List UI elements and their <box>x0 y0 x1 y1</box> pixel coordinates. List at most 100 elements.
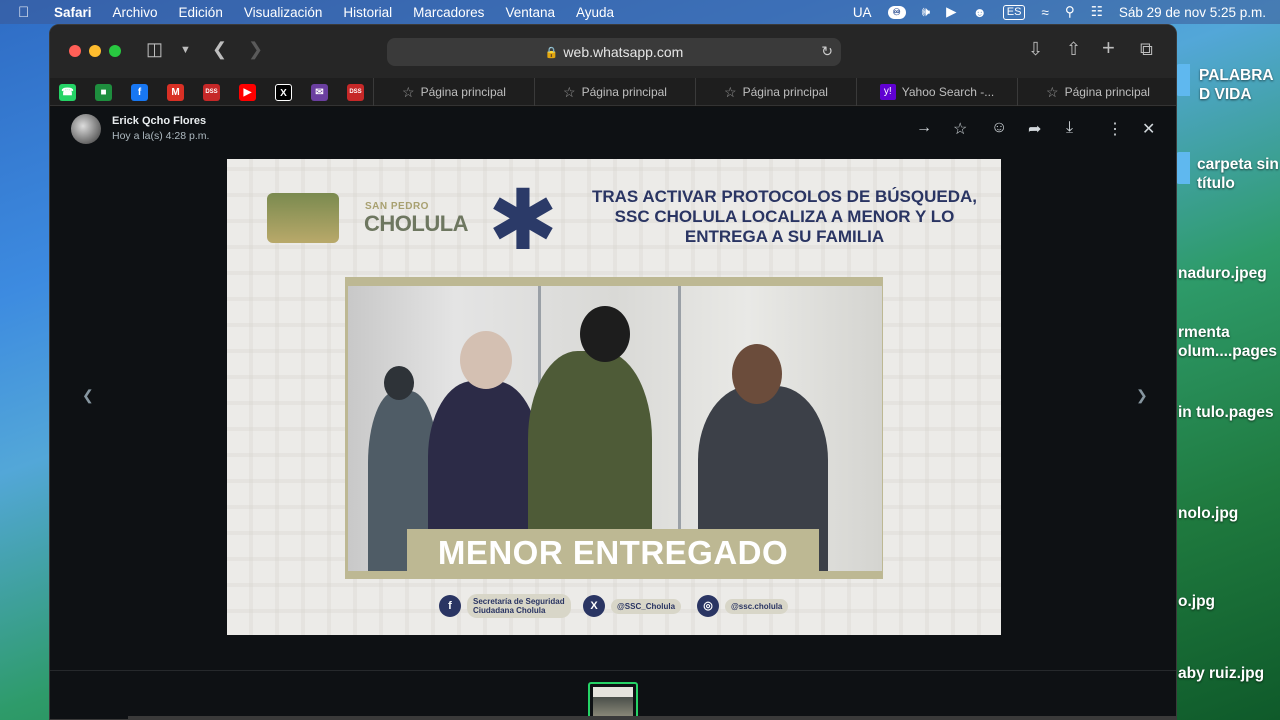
media-viewer: Erick Qcho Flores Hoy a la(s) 4:28 p.m. … <box>50 107 1176 719</box>
user-icon[interactable]: ☻ <box>973 5 987 20</box>
thumbnail-selected[interactable] <box>588 682 638 719</box>
star-icon: ☆ <box>1046 83 1059 100</box>
sender-name: Erick Qcho Flores <box>112 115 207 127</box>
person-head <box>732 344 782 404</box>
person-head <box>460 331 512 389</box>
search-icon[interactable]: ⚲ <box>1065 4 1075 20</box>
meet-icon[interactable]: ■ <box>95 84 112 101</box>
person-head <box>580 306 630 362</box>
mail-icon[interactable]: ✉ <box>311 84 328 101</box>
message-time: Hoy a la(s) 4:28 p.m. <box>112 130 210 142</box>
url-text: web.whatsapp.com <box>563 44 684 60</box>
play-icon[interactable]: ▶ <box>946 4 956 20</box>
favorite-link[interactable]: ☆ Página principal <box>373 78 534 106</box>
menu-ayuda[interactable]: Ayuda <box>576 5 614 20</box>
poster-headline: TRAS ACTIVAR PROTOCOLOS DE BÚSQUEDA, SSC… <box>591 187 978 246</box>
share-icon[interactable]: ⇧ <box>1066 39 1081 60</box>
image-stage: ❮ ❯ SAN PEDRO CHOLULA ✱ TRAS ACTIVAR PRO… <box>50 157 1176 667</box>
favorite-link[interactable]: ☆ Página principal <box>1017 78 1176 106</box>
desktop-item[interactable]: naduro.jpeg <box>1178 264 1267 283</box>
desktop-item[interactable]: o.jpg <box>1178 592 1215 611</box>
previous-image-icon[interactable]: ❮ <box>82 387 94 404</box>
minimize-window-button[interactable] <box>89 45 101 57</box>
x-icon[interactable]: X <box>275 84 292 101</box>
tab-overview-icon[interactable]: ⧉ <box>1140 39 1153 60</box>
star-icon[interactable]: ☆ <box>953 119 967 139</box>
yahoo-icon: y! <box>879 84 896 100</box>
police-badge-icon: ✱ <box>487 173 559 267</box>
folder-icon <box>1176 152 1190 184</box>
logo-name: CHOLULA <box>364 211 469 236</box>
favorite-link[interactable]: y! Yahoo Search -... <box>856 78 1017 106</box>
sidebar-icon[interactable]: ◫ <box>146 39 163 60</box>
emoji-icon[interactable]: ☺ <box>991 119 1007 137</box>
cholula-logo: SAN PEDRO CHOLULA <box>267 193 469 243</box>
menu-ventana[interactable]: Ventana <box>505 5 555 20</box>
clock[interactable]: Sáb 29 de nov 5:25 p.m. <box>1119 5 1266 20</box>
facebook-icon[interactable]: f <box>131 84 148 101</box>
avatar[interactable] <box>71 114 101 144</box>
menu-historial[interactable]: Historial <box>343 5 392 20</box>
forward-icon[interactable]: ➦ <box>1028 119 1041 139</box>
social-links: f Secretaría de Seguridad Ciudadana Chol… <box>439 594 1001 618</box>
zoom-window-button[interactable] <box>109 45 121 57</box>
facebook-icon: f <box>439 595 461 617</box>
menu-edicion[interactable]: Edición <box>179 5 223 20</box>
address-bar[interactable]: 🔒 web.whatsapp.com ↻ <box>387 38 841 66</box>
desktop-item[interactable]: carpeta sin título <box>1197 155 1279 193</box>
dss-icon[interactable]: DSS <box>347 84 364 101</box>
x-icon: X <box>583 595 605 617</box>
keyboard-layout[interactable]: UA <box>853 5 872 20</box>
favorite-link[interactable]: ☆ Página principal <box>695 78 856 106</box>
safari-window: ◫ ▼ ❮ ❯ 🔒 web.whatsapp.com ↻ ⇩ ⇧ + ⧉ ☎ ■… <box>49 24 1177 720</box>
star-icon: ☆ <box>402 83 415 100</box>
input-source-badge[interactable]: ES <box>1002 4 1026 20</box>
menu-marcadores[interactable]: Marcadores <box>413 5 484 20</box>
desktop-item[interactable]: aby ruiz.jpg <box>1178 664 1264 683</box>
caption-banner: MENOR ENTREGADO <box>407 529 819 577</box>
apple-icon[interactable]:  <box>18 4 38 21</box>
toolbar: ◫ ▼ ❮ ❯ 🔒 web.whatsapp.com ↻ ⇩ ⇧ + ⧉ <box>50 25 1176 78</box>
download-icon[interactable]: ⤓ <box>1066 119 1073 137</box>
person-head <box>384 366 414 400</box>
menu-bar:  Safari Archivo Edición Visualización H… <box>0 0 1280 24</box>
go-to-message-icon[interactable]: → <box>916 119 932 137</box>
municipal-emblem <box>267 193 339 243</box>
close-window-button[interactable] <box>69 45 81 57</box>
close-icon[interactable]: ✕ <box>1142 119 1155 139</box>
viewer-header: Erick Qcho Flores Hoy a la(s) 4:28 p.m. … <box>50 107 1176 157</box>
instagram-icon: ◎ <box>697 595 719 617</box>
shared-image[interactable]: SAN PEDRO CHOLULA ✱ TRAS ACTIVAR PROTOCO… <box>227 159 1001 635</box>
more-options-icon[interactable]: ⋮ <box>1107 119 1123 139</box>
desktop-item[interactable]: in tulo.pages <box>1178 403 1278 422</box>
menu-visualizacion[interactable]: Visualización <box>244 5 323 20</box>
menu-app[interactable]: Safari <box>54 5 92 20</box>
new-tab-icon[interactable]: + <box>1102 35 1115 61</box>
wifi-icon[interactable]: ≈ <box>1041 5 1048 20</box>
social-x: X @SSC_Cholula <box>583 594 682 618</box>
youtube-icon[interactable]: ▶ <box>239 84 256 101</box>
star-icon: ☆ <box>724 83 737 100</box>
favorite-link[interactable]: ☆ Página principal <box>534 78 695 106</box>
downloads-icon[interactable]: ⇩ <box>1028 39 1043 60</box>
menu-archivo[interactable]: Archivo <box>113 5 158 20</box>
control-center-icon[interactable]: ☷ <box>1091 4 1103 20</box>
back-icon[interactable]: ❮ <box>212 39 227 60</box>
chevron-down-icon[interactable]: ▼ <box>180 44 191 56</box>
desktop-item[interactable]: rmenta olum....pages <box>1178 323 1278 361</box>
forward-icon[interactable]: ❯ <box>248 39 263 60</box>
desktop-item[interactable]: nolo.jpg <box>1178 504 1238 523</box>
folder-icon <box>1176 64 1190 96</box>
scrollbar[interactable] <box>128 716 1176 719</box>
whatsapp-icon[interactable]: ☎ <box>59 84 76 101</box>
volume-icon[interactable]: 🕪 <box>922 4 931 20</box>
star-icon: ☆ <box>563 83 576 100</box>
gmail-icon[interactable]: M <box>167 84 184 101</box>
favorites-bar: ☎ ■ f M DSS ▶ X ✉ DSS ☆ Página principal … <box>50 78 1176 106</box>
dss-icon[interactable]: DSS <box>203 84 220 101</box>
next-image-icon[interactable]: ❯ <box>1136 387 1148 404</box>
accessibility-icon[interactable]: ♾ <box>887 5 906 19</box>
social-facebook: f Secretaría de Seguridad Ciudadana Chol… <box>439 594 571 618</box>
reload-icon[interactable]: ↻ <box>821 43 833 60</box>
desktop-item[interactable]: PALABRA D VIDA <box>1199 66 1279 104</box>
